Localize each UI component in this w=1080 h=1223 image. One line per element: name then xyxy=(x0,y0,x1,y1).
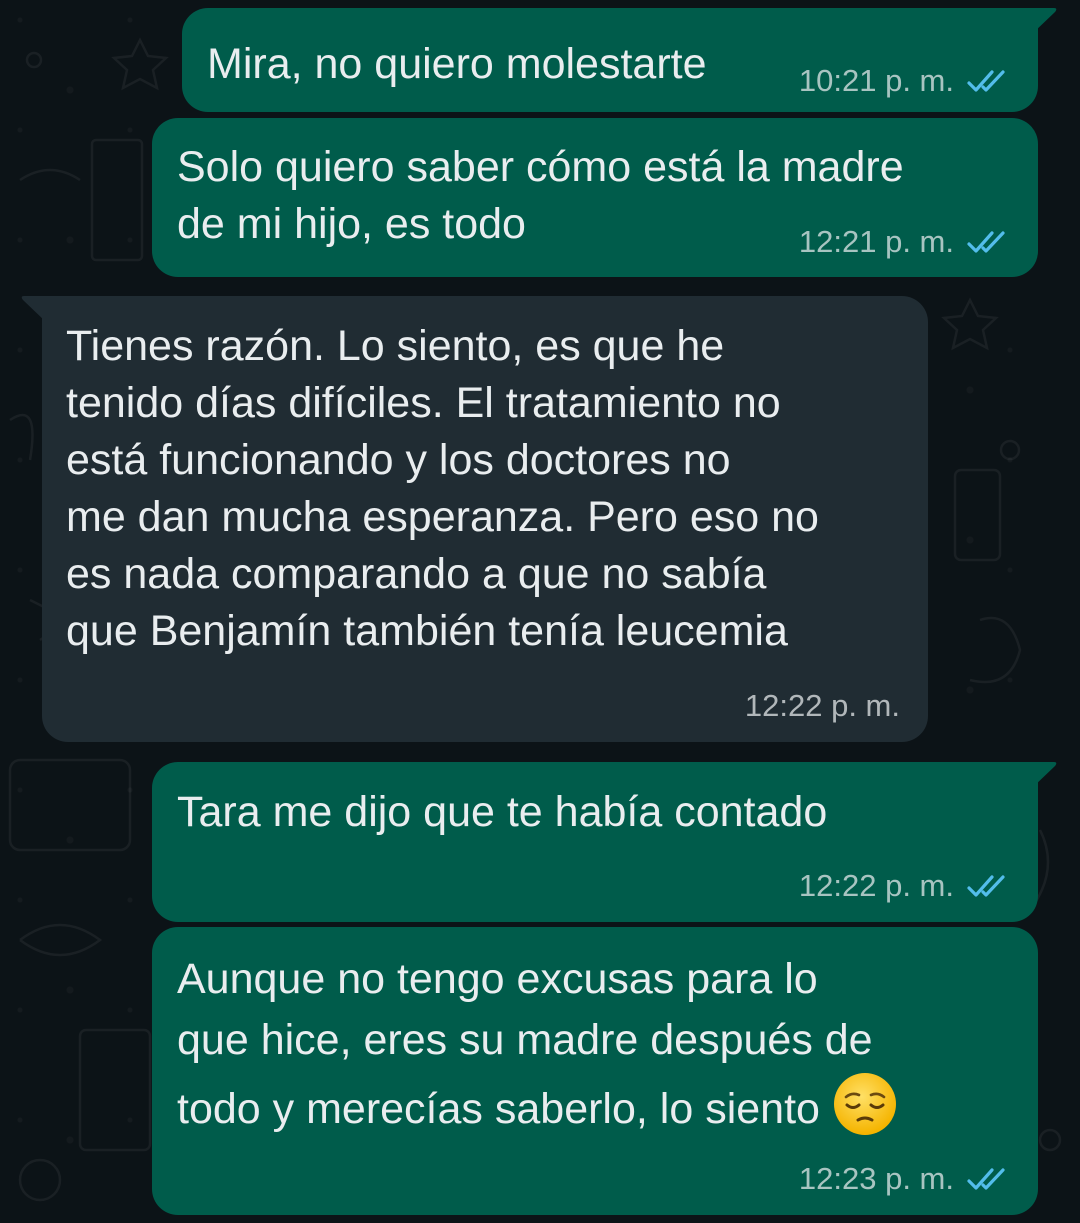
message-bubble-outgoing[interactable]: Solo quiero saber cómo está la madre de … xyxy=(152,118,1038,277)
message-text-content: Aunque no tengo excusas para lo que hice… xyxy=(177,955,873,1133)
message-bubble-outgoing[interactable]: Mira, no quiero molestarte 10:21 p. m. xyxy=(182,8,1057,112)
read-icon xyxy=(967,70,1005,92)
message-meta: 10:21 p. m. xyxy=(799,63,1010,99)
message-bubble-outgoing[interactable]: Tara me dijo que te había contado 12:22 … xyxy=(152,762,1057,922)
message-time: 10:21 p. m. xyxy=(798,63,954,98)
message-bubble-incoming[interactable]: Tienes razón. Lo siento, es que he tenid… xyxy=(21,296,928,742)
message-meta: 12:22 p. m. xyxy=(799,868,1010,904)
read-icon xyxy=(967,1168,1005,1190)
message-text: Tienes razón. Lo siento, es que he tenid… xyxy=(66,322,819,655)
message-text: Mira, no quiero molestarte xyxy=(207,40,707,88)
message-bubble-outgoing[interactable]: Aunque no tengo excusas para lo que hice… xyxy=(152,927,1038,1215)
bubble-tail xyxy=(1032,8,1057,34)
message-meta: 12:23 p. m. xyxy=(799,1161,1010,1197)
bubble-tail xyxy=(21,296,46,322)
message-text: Aunque no tengo excusas para lo que hice… xyxy=(177,949,898,1140)
message-text: Tara me dijo que te había contado xyxy=(177,788,828,836)
message-time: 12:21 p. m. xyxy=(798,224,954,259)
message-time: 12:23 p. m. xyxy=(798,1161,954,1196)
read-icon xyxy=(967,231,1005,253)
message-meta: 12:21 p. m. xyxy=(799,224,1010,260)
message-time: 12:22 p. m. xyxy=(798,868,954,903)
chat-background: Mira, no quiero molestarte 10:21 p. m. S… xyxy=(0,0,1080,1223)
message-text: Solo quiero saber cómo está la madre de … xyxy=(177,143,904,248)
pensive-face-emoji xyxy=(833,1073,896,1135)
message-time: 12:22 p. m. xyxy=(744,688,900,723)
message-meta: 12:22 p. m. xyxy=(745,688,900,724)
read-icon xyxy=(967,875,1005,897)
bubble-tail xyxy=(1032,762,1057,788)
